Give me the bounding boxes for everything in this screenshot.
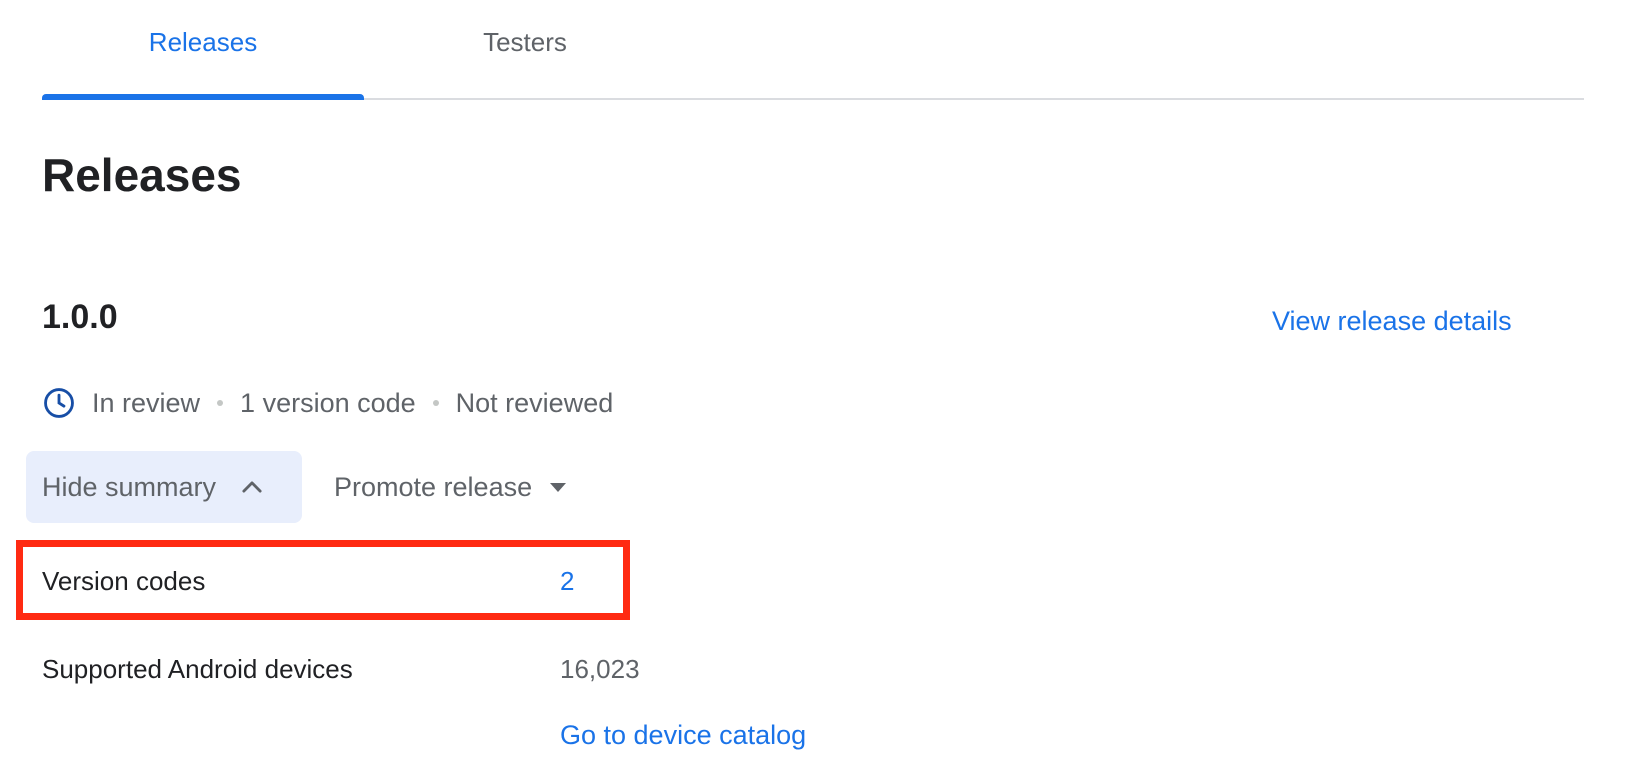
reviewed-status: Not reviewed [455,387,614,418]
release-version: 1.0.0 [42,298,118,336]
version-codes-value-link[interactable]: 2 [560,566,574,597]
hide-summary-button[interactable]: Hide summary [26,451,302,523]
promote-release-button[interactable]: Promote release [334,451,570,523]
releases-page: Releases Testers Releases 1.0.0 View rel… [0,0,1628,780]
dropdown-arrow-icon [546,475,570,499]
separator-dot [432,400,439,406]
tab-testers[interactable]: Testers [364,0,686,98]
review-status: In review [92,387,201,418]
separator-dot [217,400,224,406]
release-status-row: In review 1 version code Not reviewed [42,384,613,422]
version-code-count: 1 version code [240,387,416,418]
device-catalog-link[interactable]: Go to device catalog [560,720,806,751]
view-release-details-link[interactable]: View release details [1272,306,1512,337]
supported-devices-label: Supported Android devices [42,654,353,684]
page-title: Releases [42,149,242,201]
promote-release-label: Promote release [334,471,533,502]
chevron-up-icon [238,473,266,501]
version-codes-label: Version codes [42,566,206,596]
clock-icon [42,386,76,420]
supported-devices-value: 16,023 [560,654,640,684]
hide-summary-label: Hide summary [42,471,217,502]
tab-bar: Releases Testers [42,0,1584,100]
tab-releases[interactable]: Releases [42,0,364,100]
